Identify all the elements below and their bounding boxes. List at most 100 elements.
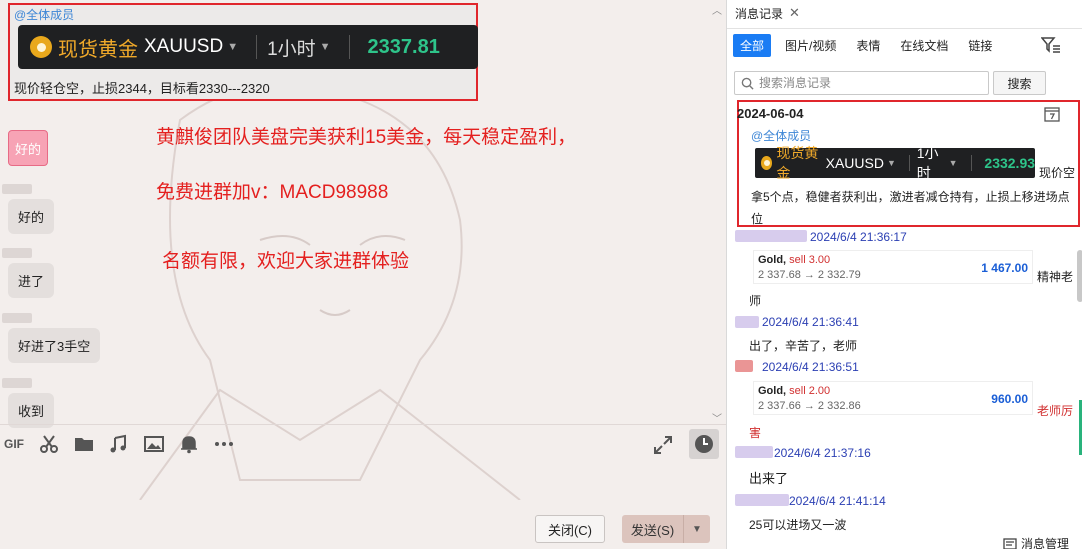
- trade-pnl: 1 467.00: [981, 261, 1028, 275]
- bell-icon[interactable]: [177, 432, 201, 456]
- promo-line-3: 名额有限，欢迎大家进群体验: [162, 251, 410, 272]
- ticker-timeframe: 1小时: [916, 145, 939, 181]
- divider: [348, 35, 350, 59]
- chat-bubble[interactable]: 好的: [8, 199, 55, 234]
- ticker-price: 2337.81: [367, 35, 440, 58]
- chevron-down-icon[interactable]: ▼: [684, 515, 710, 543]
- record-date: 2024-06-04: [737, 106, 804, 121]
- manage-icon: [1003, 537, 1017, 549]
- trade-pnl: 960.00: [991, 392, 1028, 406]
- ticker-price: 2332.93: [984, 155, 1036, 171]
- trade-title: Gold, sell 3.00: [758, 254, 831, 266]
- sender-name: [735, 316, 759, 328]
- caret-down-icon: ▼: [886, 158, 896, 168]
- input-toolbar: GIF: [0, 424, 726, 462]
- mention-all[interactable]: @全体成员: [751, 127, 811, 144]
- message-management-button[interactable]: 消息管理: [1003, 535, 1069, 549]
- record-text: 出了，辛苦了，老师: [749, 339, 858, 353]
- tab-label: 消息记录: [735, 6, 784, 21]
- chat-bubble[interactable]: 收到: [8, 393, 55, 428]
- gold-ticker-card[interactable]: 现货黄金 XAUUSD ▼ 1小时 ▼ 2332.93: [755, 145, 1036, 181]
- sender-name: [735, 446, 773, 458]
- record-time: 2024/6/4 21:41:14: [789, 494, 886, 508]
- search-box: [734, 71, 989, 95]
- record-time: 2024/6/4 21:36:17: [810, 230, 907, 244]
- record-text: 精神老: [1037, 270, 1074, 284]
- trade-card[interactable]: Gold, sell 2.00 2 337.66 → 2 332.86 960.…: [753, 381, 1033, 415]
- divider: [256, 35, 258, 59]
- pinned-note: 现价轻仓空，止损2344，目标看2330---2320: [14, 81, 270, 96]
- search-input[interactable]: [759, 76, 979, 90]
- trade-prices: 2 337.68 → 2 332.79: [758, 269, 861, 281]
- close-button[interactable]: 关闭(C): [535, 515, 605, 543]
- record-time: 2024/6/4 21:36:41: [762, 315, 859, 329]
- scissors-icon[interactable]: [37, 432, 61, 456]
- folder-icon[interactable]: [72, 432, 96, 456]
- tab-divider: [727, 28, 1082, 29]
- record-text: 老师厉: [1037, 404, 1074, 418]
- filter-media[interactable]: 图片/视频: [779, 34, 842, 57]
- mention-all[interactable]: @全体成员: [14, 6, 74, 23]
- sender-avatar: [2, 184, 32, 194]
- sender-name: [735, 230, 807, 242]
- scroll-up-icon[interactable]: ︿: [712, 2, 722, 17]
- manage-label: 消息管理: [1021, 537, 1070, 549]
- divider: [908, 155, 910, 171]
- divider: [970, 155, 972, 171]
- gif-icon[interactable]: GIF: [2, 432, 26, 456]
- ticker-symbol: XAUUSD: [144, 36, 224, 57]
- tab-message-history[interactable]: 消息记录 ✕: [727, 0, 809, 28]
- record-time: 2024/6/4 21:37:16: [774, 446, 871, 460]
- image-icon[interactable]: [142, 432, 166, 456]
- trade-prices: 2 337.66 → 2 332.86: [758, 400, 861, 412]
- gold-coin-icon: [761, 156, 773, 170]
- search-button[interactable]: 搜索: [993, 71, 1046, 95]
- more-icon[interactable]: [212, 432, 236, 456]
- filter-links[interactable]: 链接: [962, 34, 998, 57]
- trade-title: Gold, sell 2.00: [758, 385, 831, 397]
- sender-avatar: [2, 248, 32, 258]
- close-icon[interactable]: ✕: [789, 5, 800, 21]
- scroll-down-icon[interactable]: ﹀: [712, 410, 722, 425]
- music-icon[interactable]: [107, 432, 131, 456]
- send-button[interactable]: 发送(S): [622, 515, 684, 543]
- chat-bubble[interactable]: 进了: [8, 263, 55, 298]
- ticker-symbol: XAUUSD: [825, 155, 884, 171]
- send-button-group: 发送(S) ▼: [622, 515, 710, 543]
- gold-ticker-card: 现货黄金 XAUUSD ▼ 1小时 ▼ 2337.81: [18, 25, 478, 69]
- search-icon: [741, 77, 754, 90]
- ticker-name: 现货黄金: [58, 38, 138, 61]
- scrollbar[interactable]: [1077, 250, 1082, 302]
- caret-down-icon: ▼: [948, 158, 958, 168]
- expand-icon[interactable]: [652, 434, 674, 456]
- trade-card[interactable]: Gold, sell 3.00 2 337.68 → 2 332.79 1 46…: [753, 250, 1033, 284]
- message-history-panel: 消息记录 ✕ 全部 图片/视频 表情 在线文档 链接 搜索 2024-06-04…: [726, 0, 1082, 549]
- sender-name: [735, 494, 789, 506]
- sticker-message[interactable]: 好的: [2, 126, 54, 168]
- sender-avatar: [2, 313, 32, 323]
- filter-emoji[interactable]: 表情: [850, 34, 886, 57]
- filter-all[interactable]: 全部: [733, 34, 772, 57]
- ticker-timeframe: 1小时: [267, 38, 316, 60]
- record-text: 出来了: [749, 471, 789, 486]
- gold-coin-icon: [30, 36, 52, 58]
- sender-name: [735, 360, 753, 372]
- sender-avatar: [2, 378, 32, 388]
- chat-area: ︿ @全体成员 现货黄金 XAUUSD ▼ 1小时 ▼ 2337.81 现价轻仓…: [0, 0, 726, 549]
- history-button[interactable]: [689, 429, 719, 459]
- record-body: 拿5个点，稳健者获利出，激进者减仓持有，止损上移进场点位: [751, 190, 1070, 226]
- caret-down-icon: ▼: [319, 41, 331, 53]
- pinned-message: @全体成员 现货黄金 XAUUSD ▼ 1小时 ▼ 2337.81 现价轻仓空，…: [8, 3, 478, 101]
- filter-bar: 全部 图片/视频 表情 在线文档 链接: [733, 34, 1006, 57]
- record-text: 害: [749, 426, 762, 440]
- record-text: 师: [749, 294, 762, 308]
- clock-icon: [695, 435, 713, 453]
- filter-docs[interactable]: 在线文档: [894, 34, 954, 57]
- caret-down-icon: ▼: [227, 41, 239, 53]
- calendar-icon[interactable]: [1044, 106, 1060, 122]
- promo-line-1: 黄麒俊团队美盘完美获利15美金，每天稳定盈利，: [156, 127, 577, 148]
- ticker-name: 现货黄金: [776, 145, 819, 181]
- filter-icon[interactable]: [1041, 36, 1061, 54]
- chat-bubble[interactable]: 好进了3手空: [8, 328, 101, 363]
- record-time: 2024/6/4 21:36:51: [762, 360, 859, 374]
